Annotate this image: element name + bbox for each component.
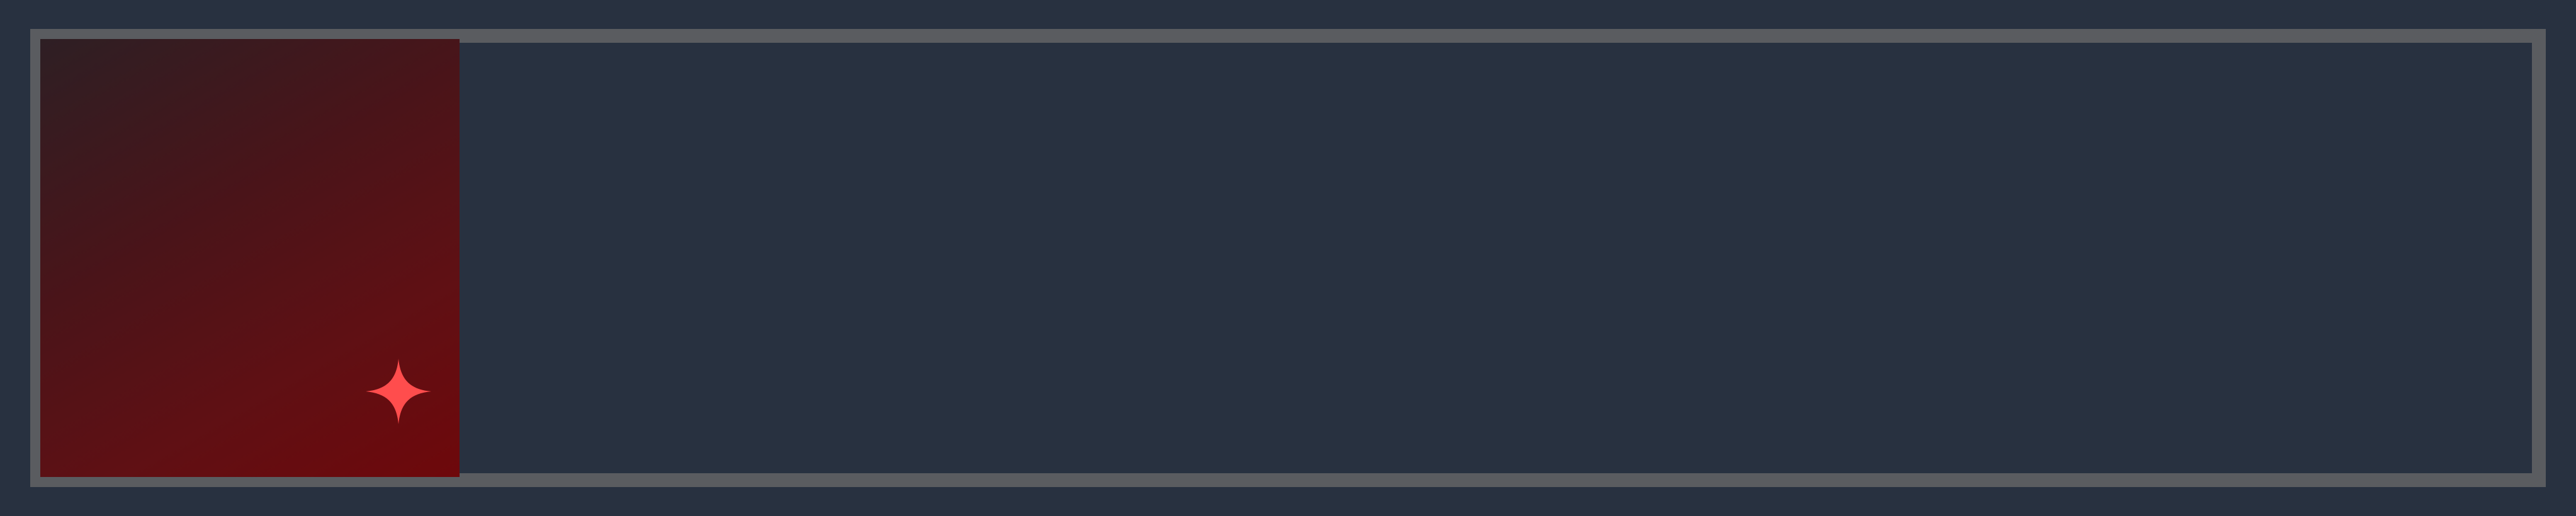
progress-fill bbox=[40, 39, 460, 477]
progress-track bbox=[40, 39, 2532, 477]
sparkle-icon bbox=[365, 359, 431, 424]
progress-bar bbox=[30, 29, 2546, 487]
